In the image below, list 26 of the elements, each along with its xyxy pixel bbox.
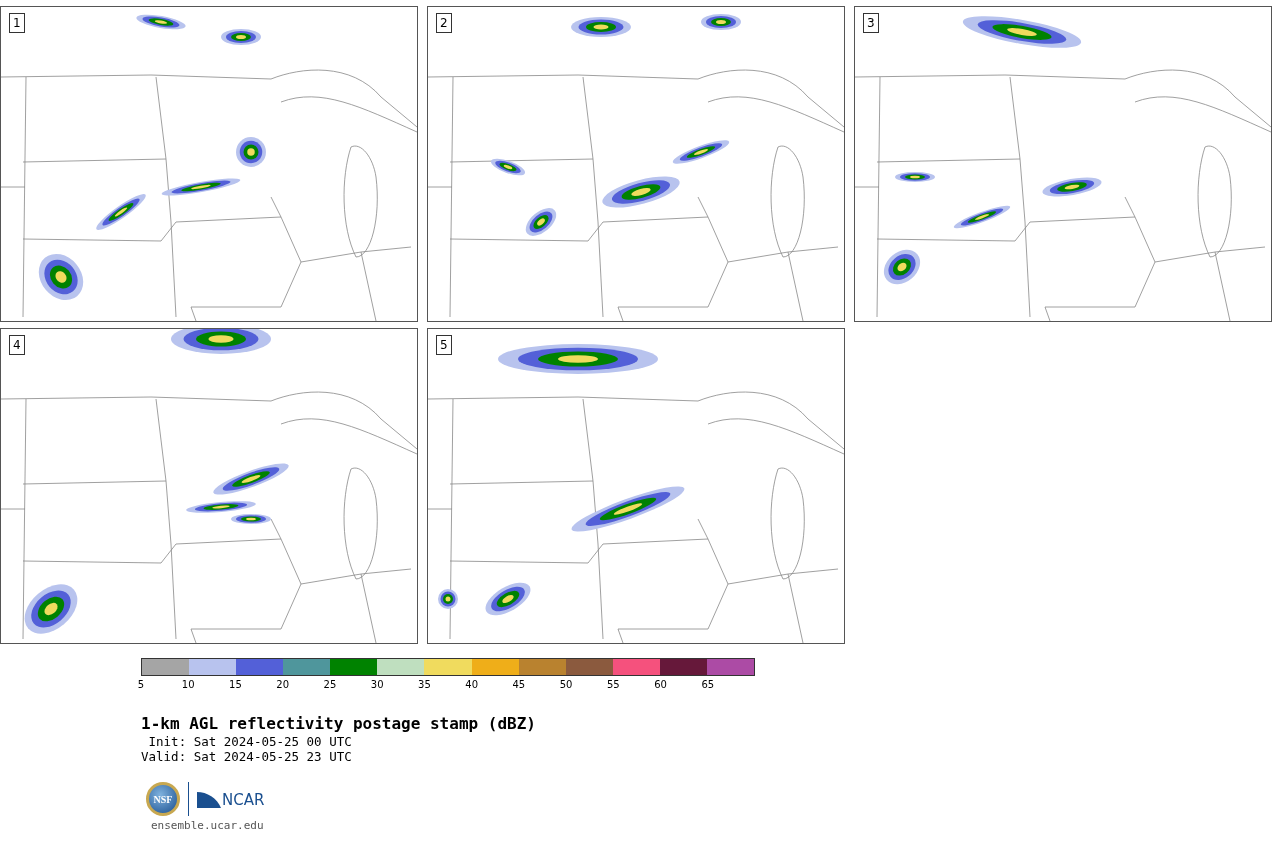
tick-label: 65 [701, 679, 715, 691]
logo-divider [188, 782, 189, 816]
nsf-logo: NSF [146, 782, 180, 816]
ncar-logo-text: NCAR [222, 792, 265, 808]
tick-label: 5 [137, 679, 145, 691]
valid-time: Valid: Sat 2024-05-25 23 UTC [141, 749, 353, 764]
tick-label: 50 [559, 679, 573, 691]
tick-label: 25 [323, 679, 337, 691]
panel-number: 3 [863, 13, 879, 33]
chart-title: 1-km AGL reflectivity postage stamp (dBZ) [141, 714, 537, 734]
panel-number: 1 [9, 13, 25, 33]
tick-label: 55 [607, 679, 620, 691]
tick-label: 40 [465, 679, 478, 691]
tick-label: 20 [276, 679, 290, 691]
panel-number: 2 [436, 13, 452, 33]
tick-label: 30 [370, 679, 384, 691]
website-url: ensemble.ucar.edu [151, 819, 265, 832]
tick-label: 45 [512, 679, 526, 691]
tick-label: 10 [181, 679, 195, 691]
tick-label: 60 [654, 679, 667, 691]
panel-number: 5 [436, 335, 452, 355]
init-time: Init: Sat 2024-05-25 00 UTC [147, 734, 353, 749]
tick-label: 15 [229, 679, 242, 691]
swoosh-icon [197, 790, 221, 808]
panel-number: 4 [9, 335, 25, 355]
tick-label: 35 [418, 679, 431, 691]
